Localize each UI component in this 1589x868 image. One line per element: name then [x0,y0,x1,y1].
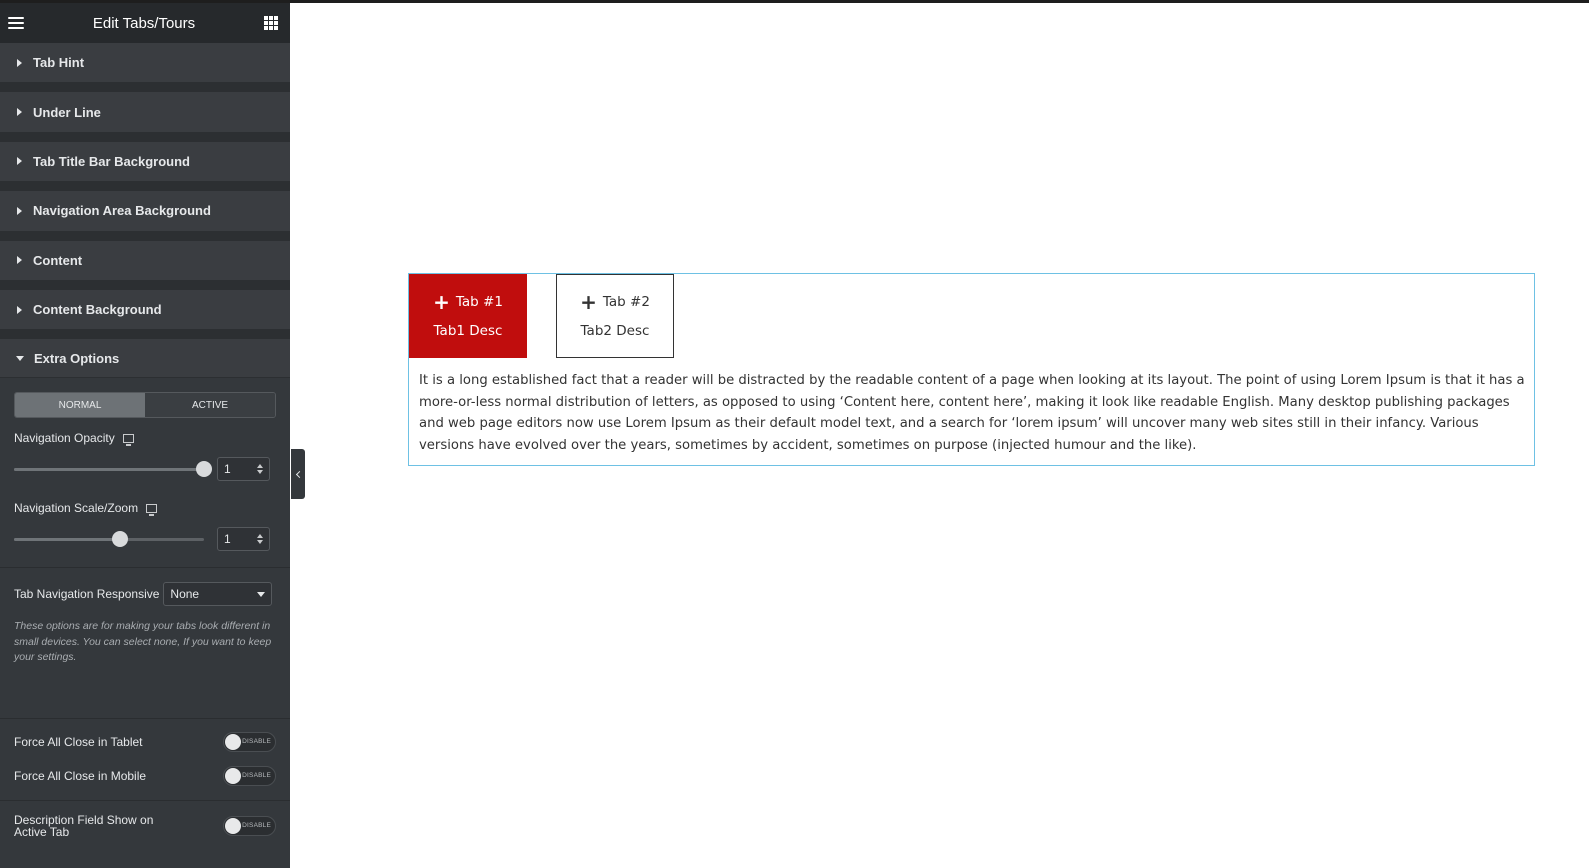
collapse-panel-button[interactable] [291,449,305,499]
section-tab-title-bar-background[interactable]: Tab Title Bar Background [0,141,290,192]
caret-right-icon [17,256,22,265]
panel-title: Edit Tabs/Tours [92,14,196,32]
navigation-scale-control: 1 [14,527,276,552]
state-tabs: NORMAL ACTIVE [14,392,276,419]
menu-icon[interactable] [8,17,24,29]
divider [0,717,290,719]
editor-panel: Edit Tabs/Tours Tab Hint Under Line Tab … [0,3,290,868]
tabs-widget-preview[interactable]: + Tab #1 Tab1 Desc + Tab #2 Tab2 Desc It i… [408,273,1535,466]
force-close-mobile-switch[interactable]: DISABLE [223,765,276,786]
section-navigation-area-background[interactable]: Navigation Area Background [0,191,290,241]
number-stepper-icon[interactable] [257,464,263,475]
slider-handle[interactable] [196,460,212,477]
tab-1[interactable]: + Tab #1 Tab1 Desc [409,274,527,358]
divider [0,799,290,801]
tab-navigation-responsive-label: Tab Navigation Responsive [14,587,160,602]
navigation-opacity-control: 1 [14,457,276,482]
tab-active[interactable]: ACTIVE [145,393,275,418]
tab-navigation-responsive-select[interactable]: None [163,582,273,607]
section-tab-hint[interactable]: Tab Hint [0,43,290,93]
plus-icon: + [580,289,597,314]
toggle-row-description-active-tab: Description Field Show on Active Tab DIS… [14,814,276,838]
slider-fill [14,537,121,541]
toggle-row-force-close-tablet: Force All Close in Tablet DISABLE [14,731,276,752]
caret-right-icon [17,108,22,117]
number-stepper-icon[interactable] [257,534,263,545]
navigation-opacity-slider[interactable] [14,460,212,477]
tab-1-title: Tab #1 [455,293,503,310]
section-extra-options[interactable]: Extra Options [0,339,290,379]
widgets-grid-icon[interactable] [264,16,278,30]
caret-down-icon [16,355,24,361]
extra-options-body: NORMAL ACTIVE Navigation Opacity 1 Navig… [0,392,290,838]
tab-2-title: Tab #2 [602,293,650,310]
navigation-scale-slider[interactable] [14,530,204,547]
tab-2-desc: Tab2 Desc [580,322,650,339]
navigation-opacity-input[interactable]: 1 [217,457,270,482]
divider [0,567,290,569]
description-active-tab-switch[interactable]: DISABLE [223,815,276,836]
tab-1-desc: Tab1 Desc [433,322,503,339]
navigation-scale-input[interactable]: 1 [217,527,270,552]
tab-navigation-responsive-control: Tab Navigation Responsive None [14,582,276,607]
tab-2[interactable]: + Tab #2 Tab2 Desc [556,274,674,358]
chevron-left-icon [295,470,303,478]
caret-right-icon [17,157,22,166]
desktop-monitor-icon[interactable] [146,503,158,516]
panel-header: Edit Tabs/Tours [0,3,290,43]
plus-icon: + [433,289,450,314]
tab-normal[interactable]: NORMAL [15,393,145,418]
responsive-help-text: These options are for making your tabs l… [14,620,272,664]
tab-content-text: It is a long established fact that a rea… [419,373,1525,453]
section-under-line[interactable]: Under Line [0,92,290,142]
section-content[interactable]: Content [0,240,290,290]
navigation-scale-label: Navigation Scale/Zoom [14,501,276,516]
chevron-down-icon [257,591,266,597]
desktop-monitor-icon[interactable] [122,433,134,446]
caret-right-icon [17,305,22,314]
force-close-tablet-switch[interactable]: DISABLE [223,731,276,752]
navigation-opacity-label: Navigation Opacity [14,431,276,446]
caret-right-icon [17,58,22,67]
section-content-background[interactable]: Content Background [0,289,290,340]
slider-handle[interactable] [112,530,129,547]
caret-right-icon [17,206,22,215]
toggle-row-force-close-mobile: Force All Close in Mobile DISABLE [14,765,276,786]
slider-fill [14,467,204,471]
